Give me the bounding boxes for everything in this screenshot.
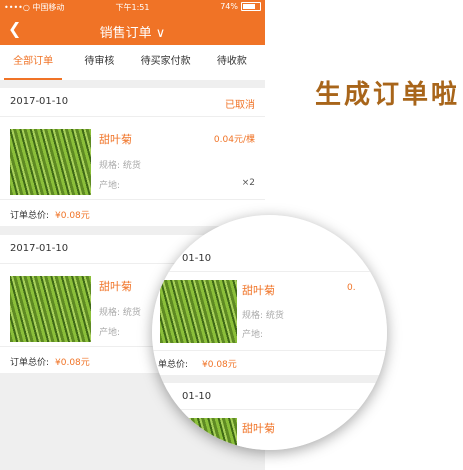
mag-order-date-2: 01-10 xyxy=(182,391,212,402)
mag-product-image xyxy=(160,280,237,343)
order-header: 2017-01-10 已取消 xyxy=(0,88,265,117)
mag-top-strip xyxy=(152,215,387,247)
mag-product-spec: 规格: 统货 xyxy=(242,311,284,321)
nav-bar: ❮ 销售订单 ∨ xyxy=(0,15,265,45)
mag-product-name: 甜叶菊 xyxy=(242,284,275,297)
product-origin: 产地: xyxy=(99,328,121,338)
product-name: 甜叶菊 xyxy=(99,133,132,146)
product-spec: 规格: 统货 xyxy=(99,308,141,318)
total-label: 订单总价: xyxy=(10,358,50,368)
product-name: 甜叶菊 xyxy=(99,280,132,293)
tab-awaiting-payment[interactable]: 待买家付款 xyxy=(133,45,199,80)
product-quantity: ×2 xyxy=(241,178,255,188)
order-card[interactable]: 2017-01-10 已取消 甜叶菊 0.04元/棵 规格: 统货 产地: ×2… xyxy=(0,88,265,226)
status-bar: ••••○ 中国移动 下午1:51 74% xyxy=(0,0,265,15)
tab-awaiting-receipt[interactable]: 待收款 xyxy=(199,45,265,80)
total-amount: ¥0.08元 xyxy=(55,358,90,368)
mag-order-total: 单总价: ¥0.08元 xyxy=(152,351,387,375)
battery-icon xyxy=(241,2,261,11)
mag-order-header-2: 01-10 xyxy=(152,383,387,410)
mag-order-date: 01-10 xyxy=(182,253,212,264)
page-title-dropdown[interactable]: 销售订单 ∨ xyxy=(0,22,265,41)
product-image xyxy=(10,276,91,342)
mag-order-item-2: 甜叶菊 xyxy=(152,410,387,450)
order-date: 2017-01-10 xyxy=(10,96,69,107)
tab-all-orders[interactable]: 全部订单 xyxy=(0,45,66,80)
promo-headline: 生成订单啦! xyxy=(315,80,463,110)
mag-product-origin: 产地: xyxy=(242,330,264,340)
order-item[interactable]: 甜叶菊 0.04元/棵 规格: 统货 产地: ×2 xyxy=(0,117,265,200)
total-label: 订单总价: xyxy=(10,211,50,221)
mag-total-label: 单总价: xyxy=(158,360,189,370)
tab-pending-review[interactable]: 待审核 xyxy=(66,45,132,80)
battery-percent: 74% xyxy=(220,2,238,11)
product-origin: 产地: xyxy=(99,181,121,191)
product-image xyxy=(10,129,91,195)
mag-order-item: 甜叶菊 0. 规格: 统货 产地: xyxy=(152,272,387,351)
product-price: 0.04元/棵 xyxy=(213,135,255,145)
mag-total-amount: ¥0.08元 xyxy=(202,360,237,370)
battery-indicator: 74% xyxy=(220,2,261,11)
order-date: 2017-01-10 xyxy=(10,243,69,254)
mag-product-price: 0. xyxy=(347,283,356,293)
mag-product-name-2: 甜叶菊 xyxy=(242,422,275,435)
magnifier-callout: 01-10 甜叶菊 0. 规格: 统货 产地: 单总价: ¥0.08元 01-1… xyxy=(152,215,387,450)
total-amount: ¥0.08元 xyxy=(55,211,90,221)
mag-product-image-2 xyxy=(160,418,237,450)
order-tabs: 全部订单 待审核 待买家付款 待收款 xyxy=(0,45,265,80)
product-spec: 规格: 统货 xyxy=(99,161,141,171)
order-status: 已取消 xyxy=(225,100,255,111)
mag-order-header: 01-10 xyxy=(152,245,387,272)
